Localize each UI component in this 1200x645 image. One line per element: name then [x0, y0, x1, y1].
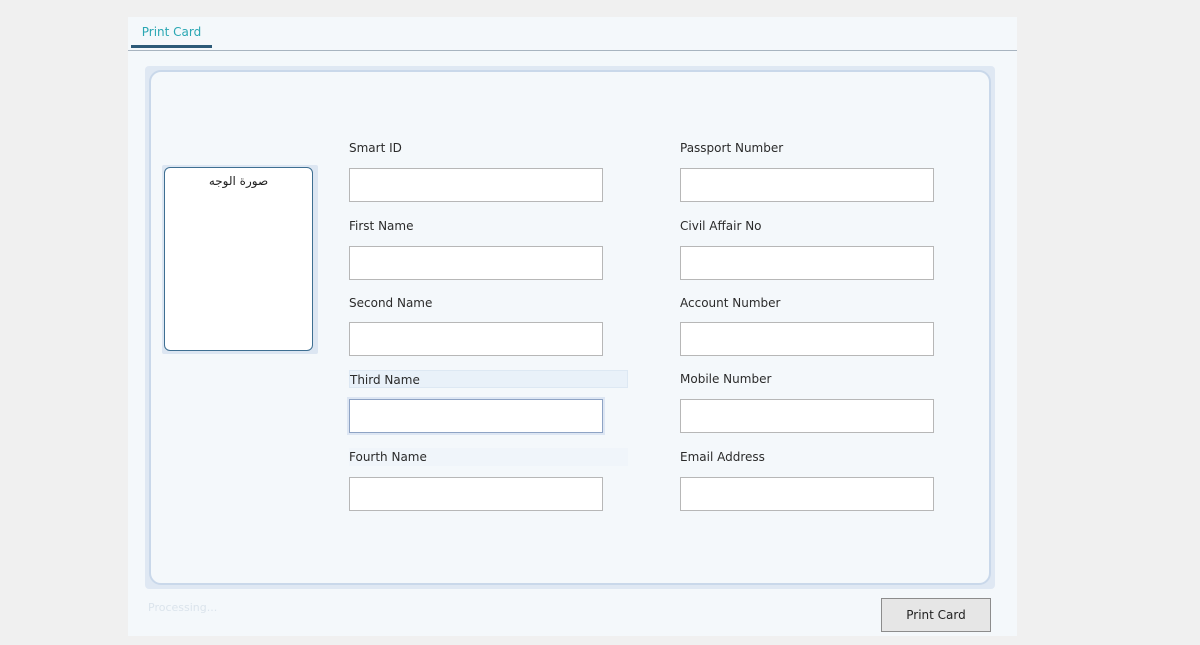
email-address-input[interactable] — [680, 477, 934, 511]
second-name-input[interactable] — [349, 322, 603, 356]
face-photo[interactable]: صورة الوجه — [164, 167, 313, 351]
account-number-label: Account Number — [680, 296, 781, 310]
civil-affair-no-label: Civil Affair No — [680, 219, 762, 233]
third-name-label: Third Name — [349, 370, 628, 388]
fourth-name-label: Fourth Name — [349, 448, 628, 466]
print-card-button[interactable]: Print Card — [881, 598, 991, 632]
mobile-number-label: Mobile Number — [680, 372, 772, 386]
smart-id-label: Smart ID — [349, 141, 402, 155]
passport-number-label: Passport Number — [680, 141, 784, 155]
face-photo-label: صورة الوجه — [208, 174, 269, 188]
passport-number-input[interactable] — [680, 168, 934, 202]
first-name-label: First Name — [349, 219, 414, 233]
status-text: Processing... — [148, 601, 218, 614]
tab-print-card[interactable]: Print Card — [131, 17, 212, 48]
third-name-input[interactable] — [349, 399, 603, 433]
account-number-input[interactable] — [680, 322, 934, 356]
first-name-input[interactable] — [349, 246, 603, 280]
smart-id-input[interactable] — [349, 168, 603, 202]
second-name-label: Second Name — [349, 296, 433, 310]
mobile-number-input[interactable] — [680, 399, 934, 433]
email-address-label: Email Address — [680, 450, 765, 464]
print-card-window: Print Card صورة الوجه Smart ID First Nam… — [128, 17, 1017, 636]
tab-bar: Print Card — [128, 17, 1017, 51]
civil-affair-no-input[interactable] — [680, 246, 934, 280]
fourth-name-input[interactable] — [349, 477, 603, 511]
